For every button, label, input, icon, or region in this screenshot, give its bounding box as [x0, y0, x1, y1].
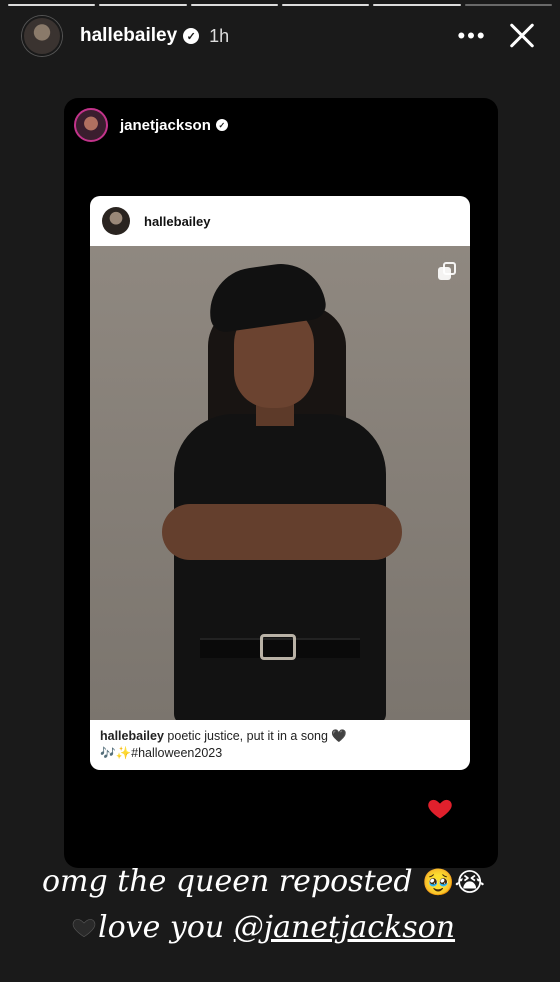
- caption-text-line2: 🎶✨#halloween2023: [100, 746, 223, 760]
- post-username[interactable]: hallebailey: [144, 214, 210, 229]
- post-header: hallebailey: [90, 196, 470, 246]
- story-header: hallebailey ✓ 1h •••: [22, 14, 542, 58]
- shared-post[interactable]: hallebailey hallebailey poetic justice, …: [90, 196, 470, 770]
- verified-badge-icon: ✓: [183, 28, 200, 44]
- progress-segment: [99, 4, 187, 6]
- caption-line-1-text: omg the queen reposted: [42, 864, 423, 899]
- close-icon[interactable]: [502, 16, 542, 56]
- caption-text: poetic justice, put it in a song 🖤: [163, 729, 347, 743]
- verified-badge-icon: ✓: [215, 119, 228, 131]
- progress-segment: [373, 4, 461, 6]
- heart-icon[interactable]: [426, 794, 454, 822]
- avatar[interactable]: [22, 16, 62, 56]
- progress-segment: [190, 4, 278, 6]
- post-photo[interactable]: [90, 246, 470, 720]
- progress-segment: [8, 4, 96, 6]
- repost-avatar[interactable]: [74, 108, 108, 142]
- story-progress-bar: [8, 4, 552, 6]
- caption-username[interactable]: hallebailey: [100, 729, 164, 743]
- black-heart-icon: [72, 919, 96, 938]
- repost-username[interactable]: janetjackson: [120, 117, 211, 134]
- post-avatar[interactable]: [102, 207, 130, 235]
- post-caption: hallebailey poetic justice, put it in a …: [90, 720, 470, 770]
- progress-segment: [464, 4, 552, 6]
- caption-line-2-text: love you: [98, 910, 234, 945]
- caption-emoji: 🥹😭: [422, 868, 485, 898]
- repost-header: janetjackson ✓: [74, 108, 228, 142]
- caption-line-2: love you @janetjackson: [70, 906, 455, 950]
- story-time: 1h: [209, 25, 230, 46]
- progress-segment: [281, 4, 370, 6]
- repost-card[interactable]: janetjackson ✓ hallebailey hallebailey p…: [64, 98, 498, 868]
- portrait-illustration: [90, 246, 470, 720]
- more-options-button[interactable]: •••: [452, 23, 492, 49]
- caption-line-1: omg the queen reposted 🥹😭: [42, 860, 485, 905]
- multiple-images-icon: [438, 262, 456, 280]
- mention-link[interactable]: @janetjackson: [234, 910, 455, 945]
- story-username[interactable]: hallebailey: [80, 25, 177, 47]
